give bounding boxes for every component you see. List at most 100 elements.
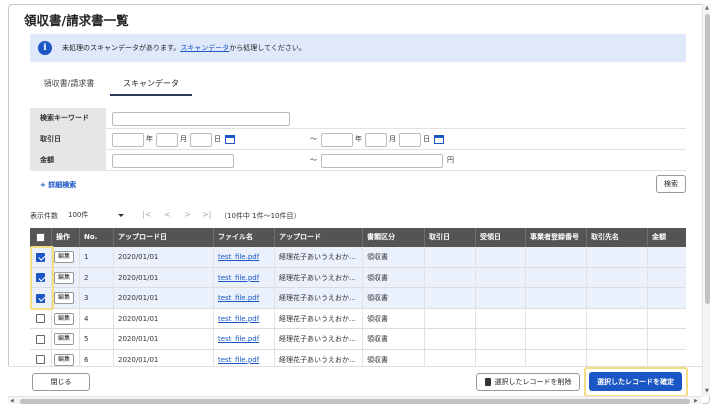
date-from-month-input[interactable] [156, 132, 178, 147]
close-button[interactable]: 閉じる [32, 373, 90, 391]
row-checkbox[interactable] [36, 355, 45, 364]
confirm-selected-button[interactable]: 選択したレコードを確定 [589, 372, 682, 391]
edit-button[interactable]: 編集 [54, 271, 74, 284]
vertical-scrollbar[interactable]: ▲ ▼ [702, 4, 710, 396]
row-checkbox[interactable] [36, 273, 45, 282]
vendor-cell [587, 267, 648, 288]
table-row[interactable]: 編集 1 2020/01/01 test_file.pdf 経理花子あいうえおか… 領収書 [30, 247, 686, 268]
date-to-month-input[interactable] [365, 132, 387, 147]
doc-type-cell: 領収書 [363, 288, 425, 309]
header-cell: 取引先名 [587, 228, 648, 247]
detail-search-link[interactable]: + 詳細検索 [40, 180, 76, 190]
registration-number-cell [526, 308, 587, 329]
row-checkbox[interactable] [36, 252, 45, 262]
action-cell: 編集 [52, 308, 80, 329]
uploader-cell: 経理花子あいうえおか… [275, 267, 363, 288]
date-from-year-input[interactable] [112, 132, 144, 147]
uploader-cell: 経理花子あいうえおか… [275, 247, 363, 268]
select-cell[interactable] [30, 288, 52, 309]
chevron-down-icon[interactable] [118, 214, 124, 217]
edit-button[interactable]: 編集 [54, 292, 74, 304]
file-link[interactable]: test_file.pdf [218, 294, 259, 302]
table-row[interactable]: 編集 2 2020/01/01 test_file.pdf 経理花子あいうえおか… 領収書 [30, 267, 686, 288]
table-row[interactable]: 編集 4 2020/01/01 test_file.pdf 経理花子あいうえおか… 領収書 [30, 308, 686, 329]
header-cell: ファイル名 [214, 228, 275, 247]
transaction-date-cell [425, 247, 476, 268]
header-cell: 事業者登録番号 [526, 228, 587, 247]
first-page-icon[interactable]: |< [142, 210, 151, 219]
footer-bar: 閉じる 選択したレコードを削除 選択したレコードを確定 [8, 366, 710, 397]
no-cell: 4 [80, 308, 114, 329]
date-to-day-input[interactable] [399, 132, 421, 147]
scroll-thumb[interactable] [20, 398, 690, 404]
scroll-left-icon[interactable]: ◀ [10, 398, 14, 404]
select-cell[interactable] [30, 267, 52, 288]
action-cell: 編集 [52, 288, 80, 309]
no-cell: 1 [80, 247, 114, 268]
row-checkbox[interactable] [36, 293, 45, 303]
calendar-icon[interactable] [434, 134, 444, 144]
row-checkbox[interactable] [36, 334, 45, 344]
horizontal-scrollbar[interactable]: ◀ ▶ [8, 396, 702, 404]
search-button[interactable]: 検索 [656, 175, 686, 193]
date-row: 取引日 年 月 日 〜 年 月 日 [30, 129, 686, 150]
file-link[interactable]: test_file.pdf [218, 356, 259, 364]
scroll-right-icon[interactable]: ▶ [694, 398, 698, 404]
page-size-select[interactable]: 100件 [66, 209, 122, 222]
edit-button[interactable]: 編集 [54, 333, 74, 345]
date-to-year-input[interactable] [321, 132, 353, 147]
amount-label: 金額 [30, 150, 106, 171]
table-row[interactable]: 編集 3 2020/01/01 test_file.pdf 経理花子あいうえおか… 領収書 [30, 288, 686, 309]
header-select-all[interactable] [30, 228, 52, 247]
file-link[interactable]: test_file.pdf [218, 253, 259, 261]
last-page-icon[interactable]: >| [202, 210, 211, 219]
date-label: 取引日 [30, 129, 106, 150]
file-name-cell: test_file.pdf [214, 308, 275, 329]
scroll-thumb[interactable] [704, 14, 710, 304]
action-cell: 編集 [52, 247, 80, 268]
notice-prefix: 未処理のスキャンデータがあります。 [62, 44, 181, 52]
calendar-icon[interactable] [225, 134, 235, 144]
amount-cell [648, 329, 686, 350]
scan-data-link[interactable]: スキャンデータ [180, 44, 229, 52]
header-cell: No. [80, 228, 114, 247]
doc-type-cell: 領収書 [363, 247, 425, 268]
select-cell[interactable] [30, 329, 52, 350]
amount-max-input[interactable] [321, 153, 443, 168]
edit-button[interactable]: 編集 [54, 251, 74, 263]
registration-number-cell [526, 267, 587, 288]
transaction-date-cell [425, 308, 476, 329]
received-date-cell [476, 247, 526, 268]
month-unit: 月 [180, 135, 187, 143]
registration-number-cell [526, 329, 587, 350]
scroll-down-icon[interactable]: ▼ [705, 388, 709, 394]
select-cell[interactable] [30, 308, 52, 329]
prev-page-icon[interactable]: < [164, 210, 171, 219]
upload-date-cell: 2020/01/01 [114, 247, 214, 268]
delete-selected-button[interactable]: 選択したレコードを削除 [476, 373, 580, 391]
table-row[interactable]: 編集 5 2020/01/01 test_file.pdf 経理花子あいうえおか… 領収書 [30, 329, 686, 350]
amount-cell [648, 288, 686, 309]
header-cell: 書類区分 [363, 228, 425, 247]
file-link[interactable]: test_file.pdf [218, 335, 259, 343]
action-cell: 編集 [52, 267, 80, 288]
tab-scan-data[interactable]: スキャンデータ [110, 76, 192, 96]
uploader-cell: 経理花子あいうえおか… [275, 329, 363, 350]
scroll-up-icon[interactable]: ▲ [705, 5, 709, 11]
amount-cell [648, 247, 686, 268]
row-checkbox[interactable] [36, 314, 45, 323]
date-from-day-input[interactable] [190, 132, 212, 147]
action-cell: 編集 [52, 329, 80, 350]
yen-unit: 円 [447, 156, 454, 164]
next-page-icon[interactable]: > [184, 210, 191, 219]
keyword-input[interactable] [112, 111, 290, 126]
select-cell[interactable] [30, 247, 52, 268]
page-size-label: 表示件数 [30, 212, 58, 220]
edit-button[interactable]: 編集 [54, 353, 74, 366]
amount-min-input[interactable] [112, 153, 234, 168]
file-link[interactable]: test_file.pdf [218, 274, 259, 282]
tab-receipts[interactable]: 領収書/請求書 [30, 76, 108, 96]
edit-button[interactable]: 編集 [54, 312, 74, 325]
file-link[interactable]: test_file.pdf [218, 315, 259, 323]
select-all-checkbox[interactable] [36, 233, 45, 242]
